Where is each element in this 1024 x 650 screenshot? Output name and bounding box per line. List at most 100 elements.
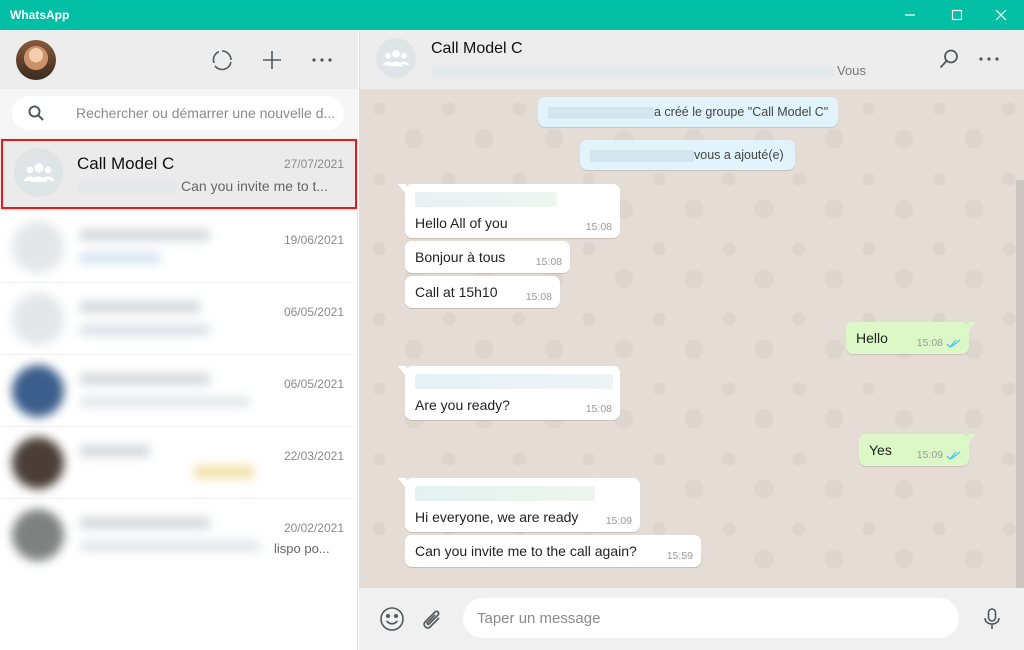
message-in[interactable]: Bonjour à tous 15:08 [405,241,570,273]
menu-icon [312,58,332,62]
chat-date: 19/06/2021 [283,233,344,247]
conversation-header[interactable]: Call Model C Vous [359,30,1024,89]
sidebar: Call Model C 27/07/2021 Can you invite m… [0,30,358,650]
message-time: 15:59 [666,550,693,562]
system-message: vous a ajouté(e) [580,140,795,170]
message-time: 15:09 [917,449,961,461]
message-in[interactable]: Hello All of you 15:08 [398,184,620,238]
minimize-icon [905,14,915,16]
status-icon [212,50,232,71]
search-icon [939,49,958,69]
chat-item[interactable]: 06/05/2021 [0,282,358,354]
voice-message-button[interactable] [977,604,1007,634]
menu-icon [979,57,999,61]
status-button[interactable] [208,46,236,74]
read-ticks-icon [946,451,961,460]
group-avatar [376,38,416,78]
message-time: 15:09 [605,515,632,527]
scrollbar[interactable] [1016,180,1024,588]
redacted-sender [415,374,613,389]
message-time: 15:08 [525,291,552,303]
message-text: Hello [856,330,888,346]
my-avatar[interactable] [16,40,56,80]
message-time: 15:08 [917,337,961,349]
blurred-chat [4,359,274,425]
message-text: Hello All of you [415,215,508,231]
read-ticks-icon [946,339,961,348]
message-time-text: 15:09 [916,449,943,461]
redacted-sender [415,192,557,207]
message-in[interactable]: Call at 15h10 15:08 [405,276,560,308]
chat-item[interactable]: 06/05/2021 [0,354,358,426]
redacted-name [548,106,654,119]
microphone-icon [984,608,1000,629]
attach-icon [423,610,440,629]
search-icon [28,105,44,121]
chat-item[interactable]: 19/06/2021 [0,210,358,282]
message-in[interactable]: Are you ready? 15:08 [398,366,620,420]
chat-date: 06/05/2021 [283,305,344,319]
message-text: Yes [869,442,892,458]
chat-date: 20/02/2021 [283,521,344,535]
search-bar [0,89,358,138]
chat-item[interactable]: 22/03/2021 [0,426,358,498]
message-in[interactable]: Can you invite me to the call again? 15:… [405,535,701,567]
system-message-text: a créé le groupe "Call Model C" [654,105,829,119]
maximize-icon [951,9,963,21]
minimize-button[interactable] [887,0,933,30]
message-in[interactable]: Hi everyone, we are ready 15:09 [398,478,640,532]
system-message: a créé le groupe "Call Model C" [538,97,838,127]
chat-name: Call Model C [77,154,175,173]
message-text: Can you invite me to the call again? [415,543,637,559]
message-out[interactable]: Hello 15:08 [846,322,976,354]
chat-preview-text: Can you invite me to t... [181,178,329,194]
maximize-button[interactable] [934,0,980,30]
emoji-button[interactable] [377,604,407,634]
message-time: 15:08 [585,221,612,233]
chat-preview: lispo po... [274,541,330,556]
composer [359,588,1024,650]
new-chat-icon [263,51,281,69]
chat-item[interactable]: 20/02/2021 lispo po... [0,498,358,570]
system-message-text: vous a ajouté(e) [694,148,784,162]
chat-date: 06/05/2021 [283,377,344,391]
blurred-chat [4,431,274,497]
blurred-chat [4,503,274,569]
message-area[interactable]: a créé le groupe "Call Model C" vous a a… [359,89,1024,588]
group-icon [383,49,409,66]
redacted-participants [431,66,835,77]
message-text: Are you ready? [415,397,510,413]
app-title: WhatsApp [10,8,70,22]
message-text: Hi everyone, we are ready [415,509,579,525]
conversation-title: Call Model C [431,40,523,57]
search-input[interactable] [76,96,336,130]
message-text: Call at 15h10 [415,284,498,300]
message-time: 15:08 [535,256,562,268]
group-icon [23,163,54,182]
attach-button[interactable] [417,604,447,634]
message-time: 15:08 [585,403,612,415]
blurred-chat [4,287,274,353]
redacted-sender [415,486,595,501]
chat-preview: Can you invite me to t... [77,178,337,195]
conversation-menu-button[interactable] [975,45,1003,73]
message-input[interactable] [463,598,959,638]
message-text: Bonjour à tous [415,249,506,265]
search-box [12,96,344,130]
close-icon [995,9,1007,21]
sidebar-menu-button[interactable] [308,46,336,74]
conversation-search-button[interactable] [935,45,963,73]
participant-self: Vous [837,63,866,78]
conversation-participants: Vous [431,63,866,78]
chat-item-call-model-c[interactable]: Call Model C 27/07/2021 Can you invite m… [0,138,358,210]
chat-date: 27/07/2021 [283,157,344,171]
message-time-text: 15:08 [916,337,943,349]
title-bar: WhatsApp [0,0,1024,30]
new-chat-button[interactable] [258,46,286,74]
conversation-pane: Call Model C Vous a créé le groupe "Call… [359,30,1024,650]
redacted-name [590,149,694,162]
emoji-icon [380,607,404,631]
group-avatar [14,148,63,197]
message-out[interactable]: Yes 15:09 [859,434,976,466]
close-button[interactable] [978,0,1024,30]
